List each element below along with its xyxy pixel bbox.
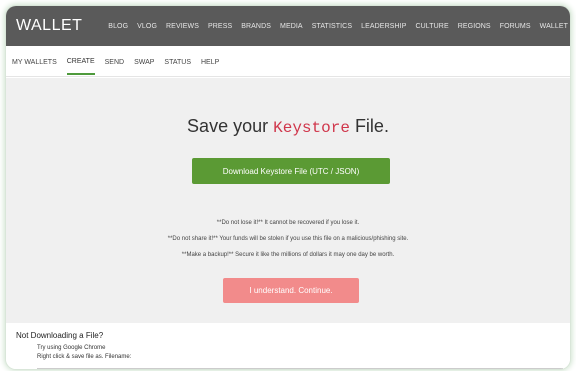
nav-blog[interactable]: BLOG xyxy=(108,23,128,30)
title-keyword: Keystore xyxy=(273,119,350,137)
tab-create[interactable]: CREATE xyxy=(66,48,95,75)
warning-backup: **Make a backup!** Secure it like the mi… xyxy=(181,252,395,258)
title-prefix: Save your xyxy=(187,116,269,136)
download-help: Not Downloading a File? Try using Google… xyxy=(6,323,570,369)
nav-vlog[interactable]: VLOG xyxy=(137,23,157,30)
brand-logo[interactable]: WALLET xyxy=(16,17,82,35)
wallet-tabs: MY WALLETS CREATE SEND SWAP STATUS HELP xyxy=(6,46,570,77)
help-line-2: Right click & save file as. Filename: xyxy=(37,354,132,360)
download-keystore-button[interactable]: Download Keystore File (UTC / JSON) xyxy=(192,158,390,184)
tab-send[interactable]: SEND xyxy=(105,49,124,74)
nav-brands[interactable]: BRANDS xyxy=(241,23,271,30)
filename-field[interactable] xyxy=(37,368,563,369)
nav-culture[interactable]: CULTURE xyxy=(415,23,448,30)
nav-leadership[interactable]: LEADERSHIP xyxy=(361,23,406,30)
tab-status[interactable]: STATUS xyxy=(164,49,191,74)
nav-statistics[interactable]: STATISTICS xyxy=(312,23,352,30)
nav-forums[interactable]: FORUMS xyxy=(500,23,531,30)
warning-share: **Do not share it!** Your funds will be … xyxy=(167,236,409,242)
continue-button[interactable]: I understand. Continue. xyxy=(223,278,359,303)
keystore-panel: Save your Keystore File. Download Keysto… xyxy=(6,78,570,323)
nav-press[interactable]: PRESS xyxy=(208,23,232,30)
nav-regions[interactable]: REGIONS xyxy=(458,23,491,30)
warning-lose: **Do not lose it!** It cannot be recover… xyxy=(216,220,360,226)
nav-reviews[interactable]: REVIEWS xyxy=(166,23,199,30)
warnings: **Do not lose it!** It cannot be recover… xyxy=(6,215,570,263)
page-title: Save your Keystore File. xyxy=(6,116,570,137)
tab-help[interactable]: HELP xyxy=(201,49,219,74)
help-line-1: Try using Google Chrome xyxy=(37,345,106,351)
top-navbar: WALLET BLOG VLOG REVIEWS PRESS BRANDS ME… xyxy=(6,6,570,46)
nav-media[interactable]: MEDIA xyxy=(280,23,303,30)
browser-frame: WALLET BLOG VLOG REVIEWS PRESS BRANDS ME… xyxy=(6,6,570,369)
tab-swap[interactable]: SWAP xyxy=(134,49,154,74)
help-heading: Not Downloading a File? xyxy=(16,331,104,340)
title-suffix: File. xyxy=(354,116,389,136)
tab-my-wallets[interactable]: MY WALLETS xyxy=(12,49,57,74)
nav-wallet[interactable]: WALLET xyxy=(540,23,568,30)
top-nav: BLOG VLOG REVIEWS PRESS BRANDS MEDIA STA… xyxy=(99,23,570,30)
